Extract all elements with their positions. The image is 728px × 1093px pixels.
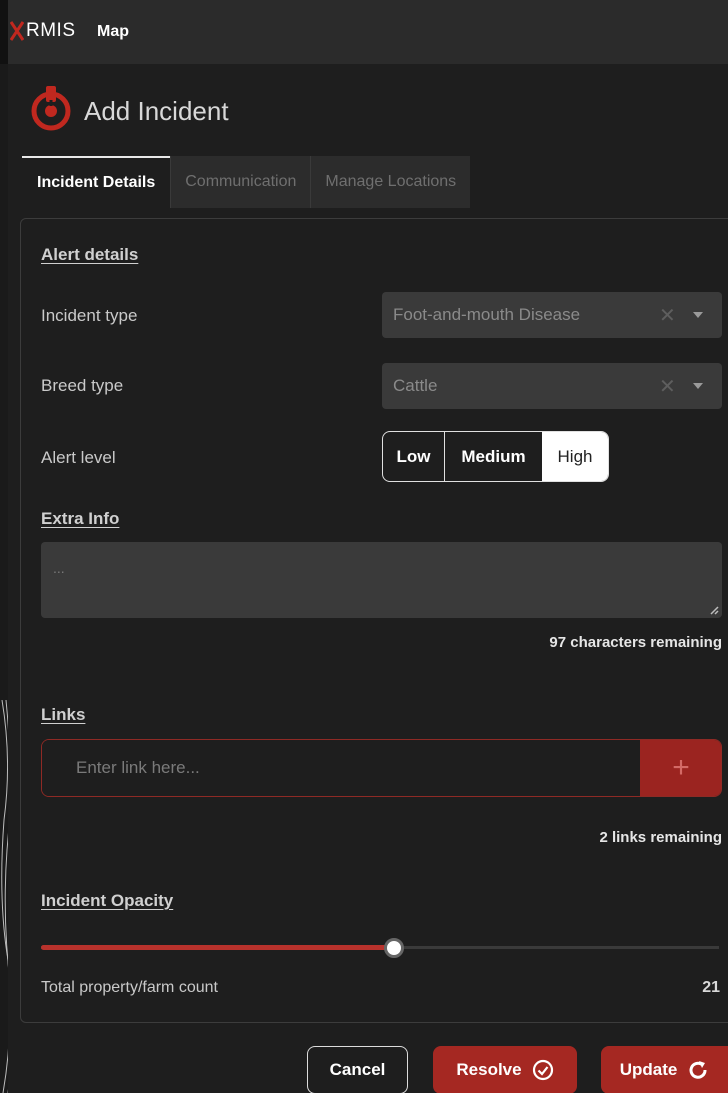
alert-level-toggle: Low Medium High — [382, 431, 609, 482]
clear-icon[interactable]: ✕ — [659, 303, 676, 328]
extra-info-placeholder: ... — [53, 560, 65, 576]
links-remaining: 2 links remaining — [599, 829, 722, 846]
clear-icon[interactable]: ✕ — [659, 374, 676, 399]
tab-communication[interactable]: Communication — [170, 156, 311, 208]
alert-level-label: Alert level — [41, 448, 116, 467]
breed-type-value: Cattle — [393, 376, 438, 395]
farm-count-label: Total property/farm count — [41, 979, 218, 996]
app-logo[interactable]: RMIS — [10, 20, 76, 42]
breed-type-select[interactable]: Cattle ✕ — [382, 363, 722, 409]
alert-details-heading: Alert details — [41, 245, 139, 264]
resize-grip-icon[interactable] — [709, 605, 719, 615]
links-heading: Links — [41, 705, 86, 724]
resolve-label: Resolve — [456, 1060, 522, 1079]
update-label: Update — [619, 1060, 678, 1079]
incident-type-value: Foot-and-mouth Disease — [393, 305, 581, 324]
incident-type-label: Incident type — [41, 306, 138, 325]
update-button[interactable]: Update — [601, 1046, 728, 1093]
extra-info-heading: Extra Info — [41, 509, 120, 528]
check-circle-icon — [532, 1059, 553, 1081]
top-bar: RMIS Map — [0, 0, 728, 64]
cancel-button[interactable]: Cancel — [307, 1046, 408, 1093]
resolve-button[interactable]: Resolve — [433, 1046, 577, 1093]
tab-incident-details[interactable]: Incident Details — [22, 156, 171, 208]
opacity-slider-fill — [41, 945, 394, 950]
tab-manage-locations[interactable]: Manage Locations — [310, 156, 471, 208]
link-input-group: + — [41, 739, 722, 797]
page-title[interactable]: Map — [97, 23, 129, 41]
alert-level-low[interactable]: Low — [383, 432, 445, 481]
incident-opacity-heading: Incident Opacity — [41, 891, 174, 910]
tab-bar: Incident Details Communication Manage Lo… — [22, 156, 471, 208]
chevron-down-icon[interactable] — [693, 383, 703, 389]
breed-type-label: Breed type — [41, 376, 124, 395]
logo-text: RMIS — [26, 20, 76, 41]
logo-x-icon — [10, 21, 24, 41]
add-link-button[interactable]: + — [640, 740, 721, 796]
link-input[interactable] — [42, 740, 640, 796]
alert-radio-icon — [31, 86, 71, 131]
refresh-icon — [689, 1061, 707, 1079]
alert-level-high[interactable]: High — [542, 432, 608, 481]
farm-count-value: 21 — [702, 979, 720, 996]
cancel-label: Cancel — [329, 1060, 386, 1079]
dialog-title: Add Incident — [84, 96, 229, 126]
characters-remaining: 97 characters remaining — [549, 634, 722, 651]
extra-info-textarea[interactable]: ... — [41, 542, 722, 618]
opacity-slider-thumb[interactable] — [383, 938, 404, 958]
alert-level-medium[interactable]: Medium — [445, 432, 542, 481]
chevron-down-icon[interactable] — [693, 312, 703, 318]
incident-type-select[interactable]: Foot-and-mouth Disease ✕ — [382, 292, 722, 338]
